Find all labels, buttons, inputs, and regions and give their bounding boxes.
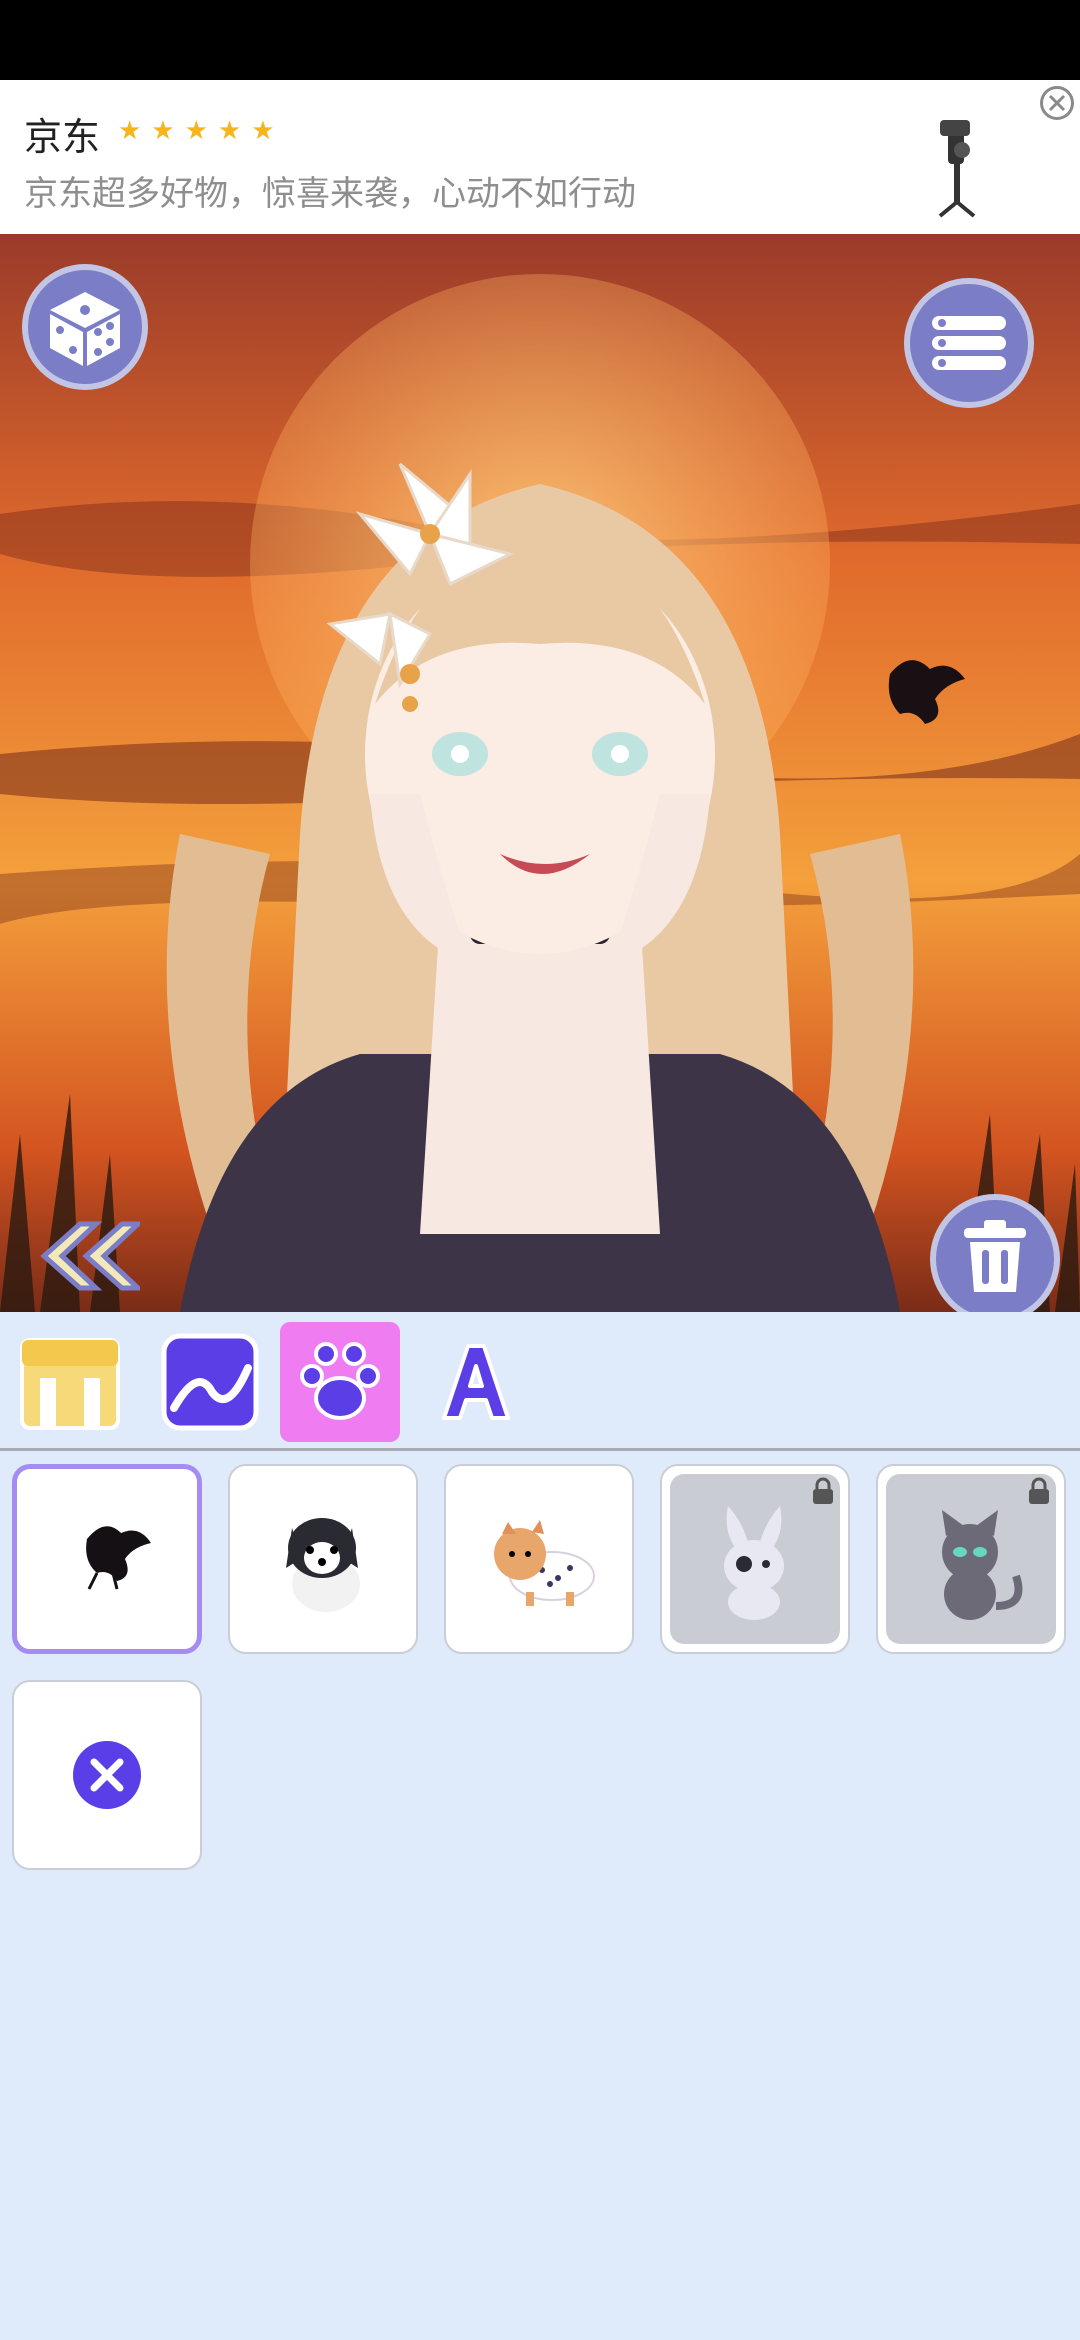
ad-subtitle: 京东超多好物，惊喜来袭，心动不如行动 [24,174,636,214]
lock-icon [1029,1477,1049,1504]
ad-title: 京东 [24,115,101,159]
item-remove[interactable] [12,1680,202,1870]
delete-button[interactable] [930,1194,1060,1312]
dice-icon [50,292,120,366]
lock-icon [813,1477,833,1504]
item-eyepatch-bunny[interactable] [660,1464,850,1654]
text-icon [442,1344,510,1420]
status-bar [0,0,1080,80]
tabs-divider [0,1448,1080,1451]
item-gray-cat[interactable] [876,1464,1066,1654]
tab-shop[interactable] [10,1322,130,1442]
ad-rating-stars: ★★★★★ [118,116,285,146]
tab-background[interactable] [150,1322,270,1442]
avatar-scene [0,234,1080,1312]
ad-gimbal-image [900,98,1020,218]
item-husky-puppy[interactable] [228,1464,418,1654]
back-chevron-icon [40,1221,145,1291]
paw-icon [300,1342,380,1420]
item-crow[interactable] [12,1464,202,1654]
ad-banner[interactable]: 京东 ★★★★★ 京东超多好物，惊喜来袭，心动不如行动 广告 [0,80,1080,318]
randomize-dice-button[interactable] [22,264,148,390]
item-pomeranian[interactable] [444,1464,634,1654]
back-button[interactable] [30,1216,145,1296]
list-icon [932,316,1006,370]
ad-close-icon[interactable] [1040,86,1074,120]
image-icon [161,1333,259,1431]
crow-icon [86,1526,151,1590]
tab-text[interactable] [416,1322,536,1442]
category-tabs [0,1312,1080,1450]
dog-icon [286,1518,360,1612]
trash-icon [964,1220,1026,1292]
pomeranian-icon [494,1520,595,1606]
menu-list-button[interactable] [904,278,1034,408]
tab-pet[interactable] [280,1322,400,1442]
shop-icon [20,1338,120,1430]
remove-x-icon [73,1741,141,1809]
